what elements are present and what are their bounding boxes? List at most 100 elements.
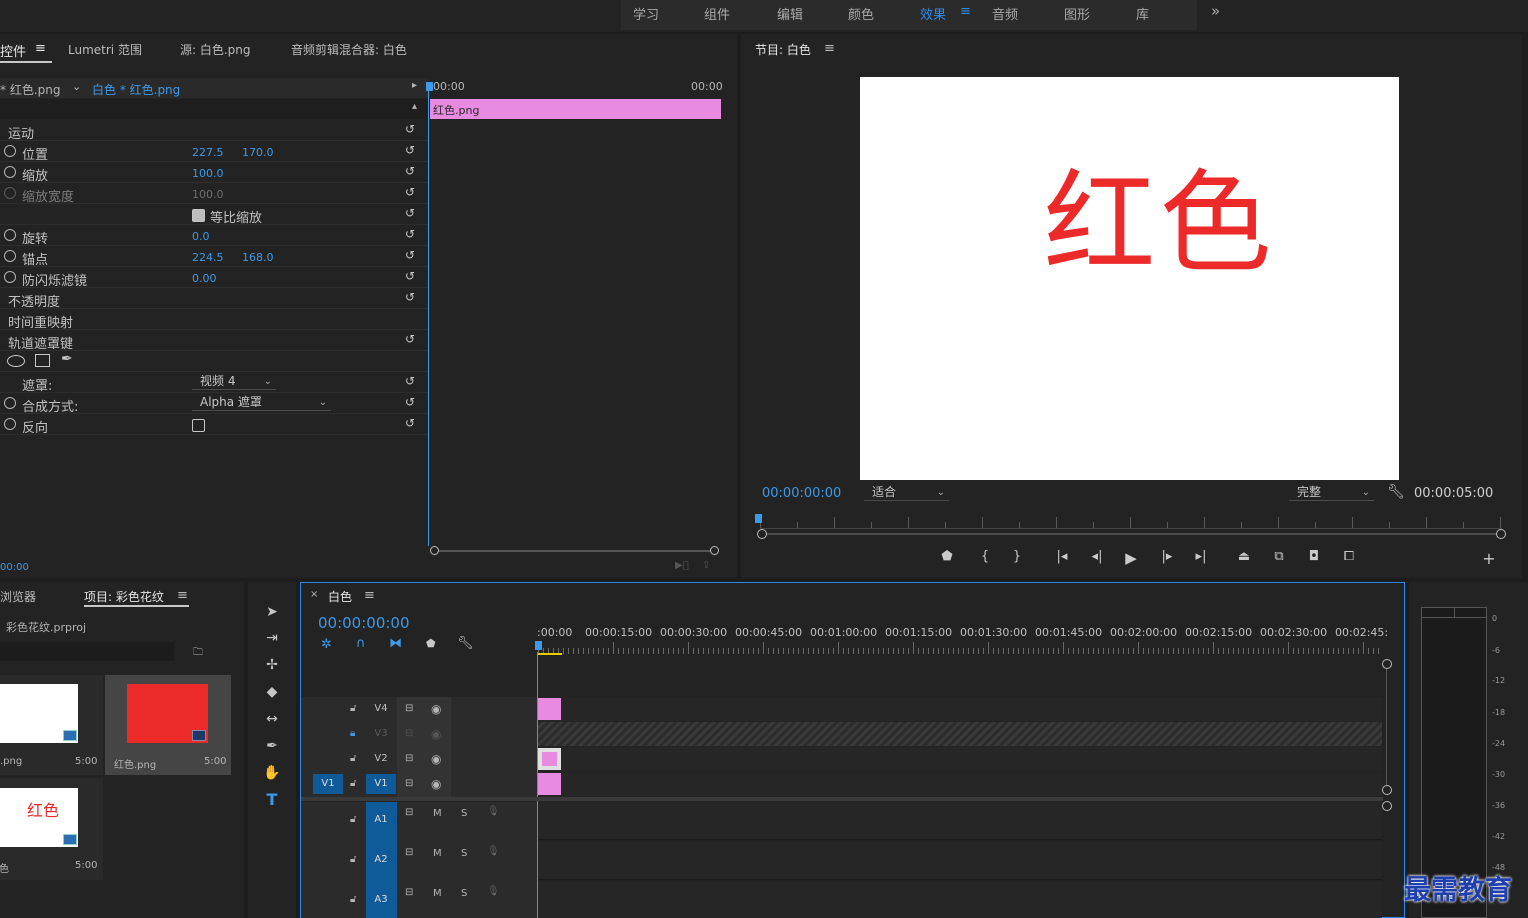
track-label-v3[interactable]: V3 [366,724,396,744]
stopwatch-icon[interactable] [4,397,16,409]
workspace-libraries[interactable]: 库 [1136,4,1149,23]
fit-dropdown[interactable]: 适合 ⌄ [864,485,949,501]
quality-dropdown[interactable]: 完整 ⌄ [1289,485,1374,501]
lock-icon[interactable]: 🔓︎ [350,894,356,905]
label-opacity[interactable]: 不透明度 [8,291,60,310]
new-bin-icon[interactable]: 🗀︎ [193,645,203,662]
track-label-v2[interactable]: V2 [366,749,396,769]
workspace-learn[interactable]: 学习 [633,4,659,23]
mini-zoom-scrollbar[interactable] [435,550,715,552]
sequence-clip-name[interactable]: 白色 * 红色.png [92,81,180,98]
extract-icon[interactable]: ⧉ [1269,549,1289,564]
ellipse-mask-icon[interactable] [7,355,25,367]
stopwatch-icon[interactable] [4,418,16,430]
razor-tool-icon[interactable]: ◆ [262,682,282,702]
composite-dropdown[interactable]: Alpha 遮罩 ⌄ [192,395,331,411]
clip-v2[interactable] [538,748,561,770]
scroll-handle[interactable] [1382,659,1392,669]
reset-icon[interactable]: ↺ [405,333,417,345]
video-audio-divider[interactable] [301,797,1383,801]
source-patch-v1[interactable]: V1 [313,774,343,794]
mini-playhead-handle[interactable] [426,82,433,91]
go-to-out-icon[interactable]: ▸| [1191,549,1211,564]
track-a3-lane[interactable] [538,881,1382,918]
timeline-timecode[interactable]: 00:00:00:00 [318,614,410,632]
lock-icon[interactable]: 🔒︎ [350,728,355,739]
hand-tool-icon[interactable]: ✋ [262,763,282,783]
track-select-tool-icon[interactable]: ⇥ [262,628,282,648]
mute-button[interactable]: M [433,808,442,819]
lock-icon[interactable]: 🔓︎ [350,703,356,714]
microphone-icon[interactable]: 🎙︎ [487,846,500,857]
sequence-menu-icon[interactable]: ≡ [364,588,375,603]
step-forward-icon[interactable]: |▸ [1157,549,1177,564]
eye-icon[interactable]: ◉ [431,777,441,791]
mark-out-icon[interactable]: } [1007,549,1027,564]
sync-lock-icon[interactable]: ⊟ [405,778,413,789]
timeline-marker-icon[interactable]: ⬟ [426,637,436,650]
track-label-a3[interactable]: A3 [366,890,396,910]
pen-mask-icon[interactable]: ✒ [61,351,73,367]
clip-v4[interactable] [538,698,561,720]
sync-lock-icon[interactable]: ⊟ [405,807,413,818]
scroll-handle-left[interactable] [430,546,439,555]
position-y-value[interactable]: 170.0 [242,146,274,159]
anchor-x-value[interactable]: 224.5 [192,251,224,264]
matte-dropdown[interactable]: 视频 4 ⌄ [192,374,276,390]
label-track-matte[interactable]: 轨道遮罩键 [8,333,73,352]
reset-icon[interactable]: ↺ [405,375,417,387]
program-playhead[interactable] [755,514,762,523]
label-motion[interactable]: 运动 [8,123,34,142]
reset-icon[interactable]: ↺ [405,144,417,156]
microphone-icon[interactable]: 🎙︎ [487,806,500,817]
project-search-input[interactable] [0,642,174,661]
play-icon[interactable]: ▶ [1121,549,1141,567]
scroll-handle[interactable] [1382,801,1392,811]
scale-value[interactable]: 100.0 [192,167,224,180]
tab-project[interactable]: 项目: 彩色花纹 [84,588,164,605]
stopwatch-icon[interactable] [4,166,16,178]
eye-icon[interactable]: ◉ [431,727,441,741]
go-to-in-icon[interactable]: |◂ [1052,549,1072,564]
rotation-value[interactable]: 0.0 [192,230,210,243]
clip-dropdown-chevron-icon[interactable]: ⌄ [72,80,81,93]
panel-menu-icon[interactable]: ≡ [35,41,46,56]
reset-icon[interactable]: ↺ [405,249,417,261]
workspace-graphics[interactable]: 图形 [1064,4,1090,23]
reset-icon[interactable]: ↺ [405,270,417,282]
ripple-edit-tool-icon[interactable]: ✢ [262,655,282,675]
program-monitor-title[interactable]: 节目: 白色 [755,41,811,58]
workspace-effects[interactable]: 效果 [920,4,946,23]
mute-button[interactable]: M [433,848,442,859]
program-zoom-bar[interactable] [764,533,1497,535]
zoom-handle-right[interactable] [1496,529,1506,539]
source-clip-name[interactable]: * 红色.png [0,81,60,98]
program-menu-icon[interactable]: ≡ [824,41,835,56]
video-vertical-scrollbar[interactable] [1386,665,1387,790]
linked-selection-icon[interactable]: ⧓ [389,636,402,651]
stopwatch-icon[interactable] [4,271,16,283]
position-x-value[interactable]: 227.5 [192,146,224,159]
project-menu-icon[interactable]: ≡ [177,588,188,603]
track-label-v4[interactable]: V4 [366,699,396,719]
lock-icon[interactable]: 🔓︎ [350,814,356,825]
filter-icon[interactable]: ▶⃝ [675,560,689,571]
reverse-checkbox[interactable] [192,419,205,432]
reset-icon[interactable]: ↺ [405,228,417,240]
label-time-remap[interactable]: 时间重映射 [8,312,73,331]
nest-icon[interactable]: ✲ [321,637,332,652]
track-label-v1[interactable]: V1 [366,774,396,794]
eye-icon[interactable]: ◉ [431,752,441,766]
track-a1-lane[interactable] [538,802,1382,840]
track-v2-lane[interactable] [538,747,1382,771]
sync-lock-icon[interactable]: ⊟ [405,703,413,714]
sync-lock-icon[interactable]: ⊟ [405,728,413,739]
settings-wrench-icon[interactable]: 🔧︎ [1387,484,1405,500]
tab-audio-clip-mixer[interactable]: 音频剪辑混合器: 白色 [291,41,407,58]
workspace-audio[interactable]: 音频 [992,4,1018,23]
tab-effect-controls[interactable]: 控件 [0,41,26,60]
track-v1-lane[interactable] [538,772,1382,796]
tab-media-browser[interactable]: 浏览器 [0,588,36,605]
reset-icon[interactable]: ↺ [405,396,417,408]
workspace-overflow-icon[interactable]: » [1211,2,1220,20]
